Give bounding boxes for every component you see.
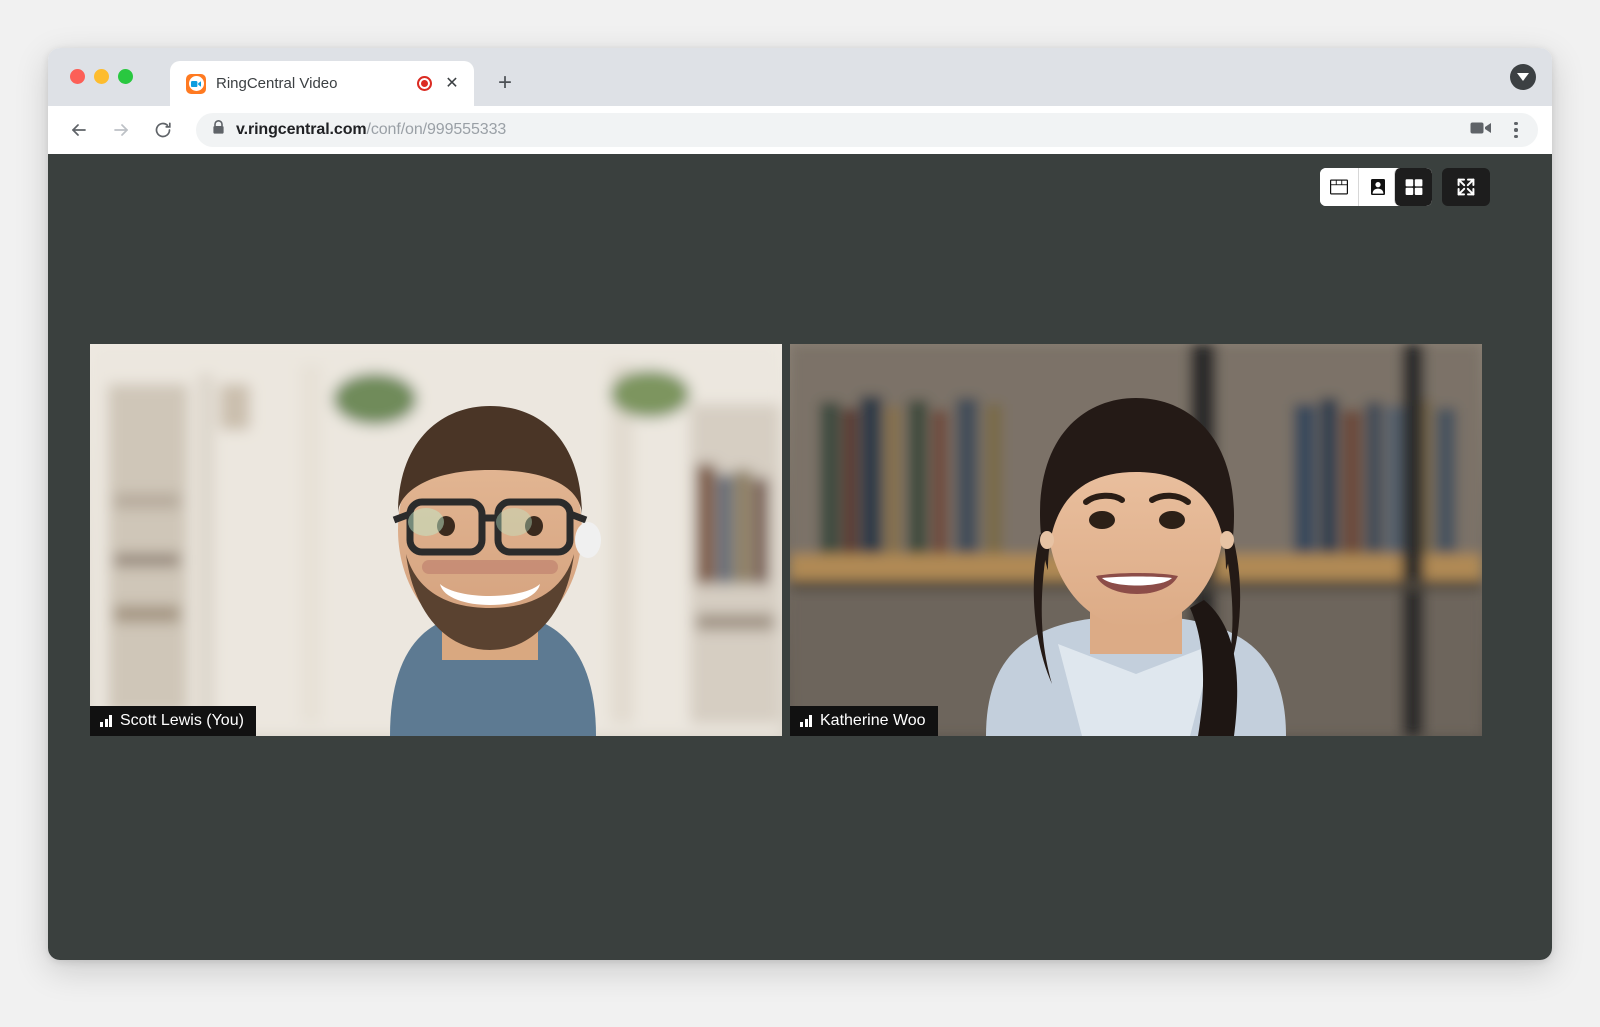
meeting-stage: Scott Lewis (You) <box>48 154 1552 960</box>
view-gallery-button[interactable] <box>1394 168 1432 206</box>
signal-bars-icon <box>800 715 812 727</box>
app-root: RingCentral Video ✕ + <box>0 0 1600 1027</box>
back-button[interactable] <box>66 117 92 143</box>
new-tab-button[interactable]: + <box>490 68 520 98</box>
participant-video-katherine <box>790 344 1482 736</box>
address-bar-url: v.ringcentral.com/conf/on/999555333 <box>236 121 1459 139</box>
profile-dropdown-icon[interactable] <box>1510 64 1536 90</box>
url-domain: v.ringcentral.com <box>236 121 367 138</box>
view-controls <box>1320 168 1490 206</box>
video-tile[interactable]: Scott Lewis (You) <box>90 344 782 736</box>
maximize-window-button[interactable] <box>118 69 133 84</box>
participant-video-scott <box>90 344 782 736</box>
lock-icon <box>212 120 225 140</box>
browser-tab[interactable]: RingCentral Video ✕ <box>170 61 474 106</box>
participant-name: Scott Lewis (You) <box>120 712 244 730</box>
close-tab-button[interactable]: ✕ <box>442 74 462 94</box>
window-traffic-lights <box>70 69 133 84</box>
browser-tab-strip: RingCentral Video ✕ + <box>48 48 1552 106</box>
video-tile[interactable]: Katherine Woo <box>790 344 1482 736</box>
close-window-button[interactable] <box>70 69 85 84</box>
minimize-window-button[interactable] <box>94 69 109 84</box>
forward-button[interactable] <box>108 117 134 143</box>
browser-tab-title: RingCentral Video <box>216 75 407 92</box>
fullscreen-button[interactable] <box>1442 168 1490 206</box>
ringcentral-video-favicon <box>186 74 206 94</box>
browser-window: RingCentral Video ✕ + <box>48 48 1552 960</box>
url-path: /conf/on/999555333 <box>367 121 507 138</box>
view-speaker-button[interactable] <box>1358 168 1396 206</box>
video-tiles: Scott Lewis (You) <box>90 344 1482 736</box>
address-bar[interactable]: v.ringcentral.com/conf/on/999555333 <box>196 113 1538 147</box>
browser-url-bar: v.ringcentral.com/conf/on/999555333 <box>48 106 1552 154</box>
kebab-menu-icon[interactable] <box>1506 122 1526 139</box>
signal-bars-icon <box>100 715 112 727</box>
camera-permission-icon[interactable] <box>1470 120 1492 141</box>
participant-name-chip: Katherine Woo <box>790 706 938 736</box>
reload-button[interactable] <box>150 117 176 143</box>
recording-indicator-icon[interactable] <box>417 76 432 91</box>
participant-name-chip: Scott Lewis (You) <box>90 706 256 736</box>
view-filmstrip-top-button[interactable] <box>1320 168 1358 206</box>
participant-name: Katherine Woo <box>820 712 926 730</box>
